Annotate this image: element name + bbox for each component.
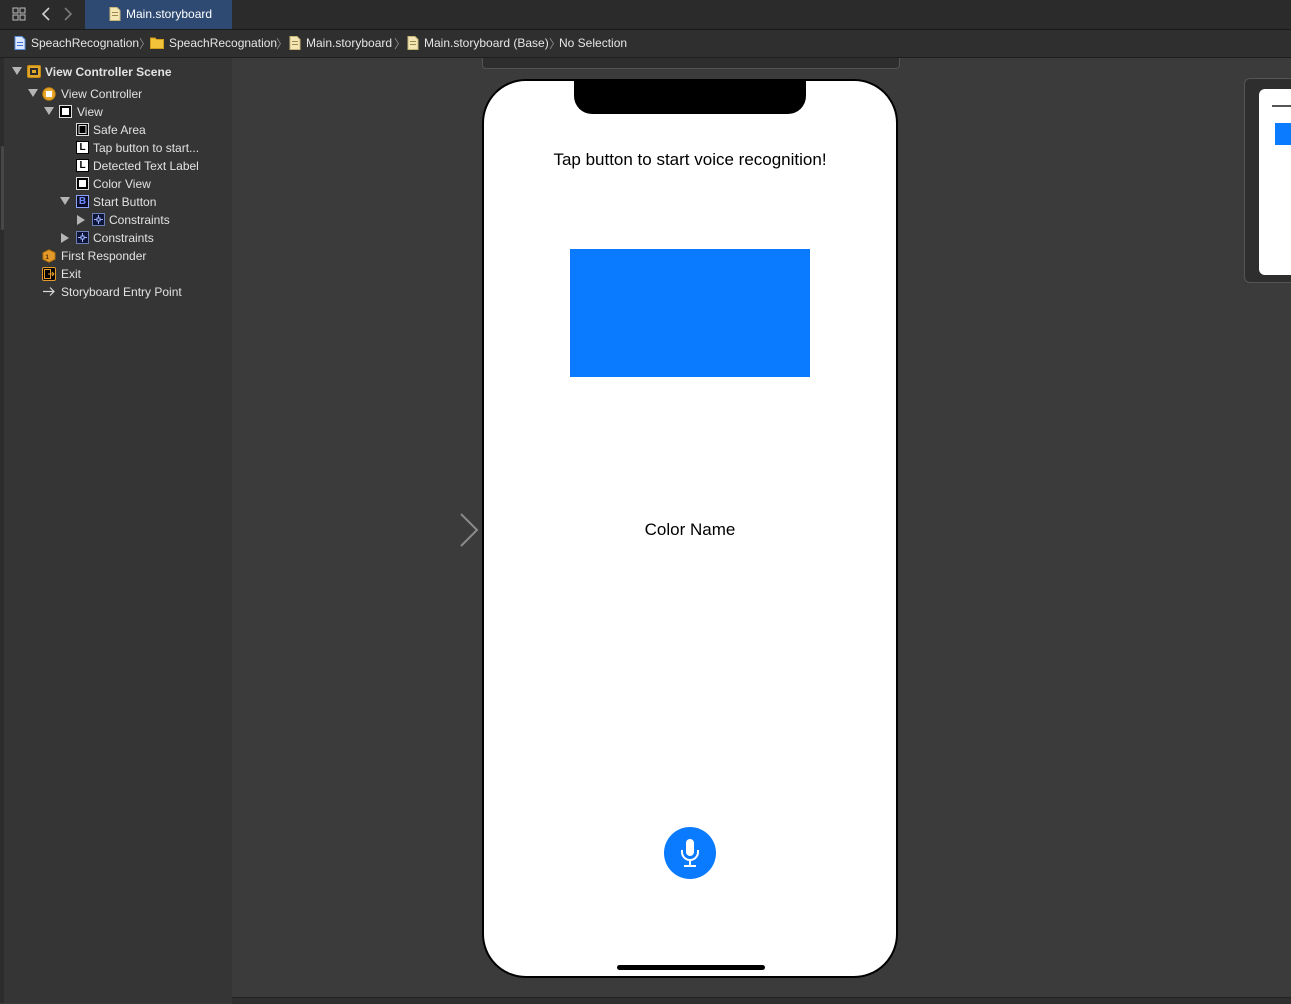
outline-item-label: View Controller Scene — [45, 65, 172, 79]
color-view[interactable] — [570, 249, 810, 377]
outline-item-start-button[interactable]: B Start Button — [60, 194, 222, 211]
folder-icon — [150, 37, 164, 49]
outline-item-label: Tap button to start... — [93, 141, 200, 155]
first-responder-icon: 1 — [42, 249, 56, 263]
disclosure-closed-icon[interactable] — [77, 215, 85, 225]
disclosure-closed-icon[interactable] — [61, 233, 69, 243]
home-indicator — [617, 965, 765, 970]
mini-color-view — [1275, 123, 1291, 145]
outline-item-label: Constraints — [109, 213, 170, 227]
outline-item-label: Exit — [61, 267, 82, 281]
scene-dock[interactable] — [482, 58, 900, 69]
disclosure-open-icon[interactable] — [28, 89, 38, 97]
outline-item-first-responder[interactable]: 1 First Responder — [42, 248, 222, 265]
scrollbar-thumb[interactable] — [1, 146, 4, 230]
storyboard-file-icon — [109, 7, 121, 21]
tab-label: Main.storyboard — [126, 7, 213, 21]
chevron-right-icon[interactable] — [60, 4, 76, 24]
view-icon — [59, 105, 72, 118]
project-file-icon — [14, 36, 26, 50]
outline-item-label: View Controller — [61, 87, 143, 101]
iphone-scene-frame[interactable]: Tap button to start voice recognition! C… — [482, 79, 898, 978]
svg-text:1: 1 — [45, 254, 49, 261]
outline-item-view[interactable]: View — [44, 104, 222, 121]
breadcrumb-label: Main.storyboard — [306, 36, 393, 50]
detected-text-label[interactable]: Color Name — [484, 520, 896, 540]
entry-point-arrow-icon[interactable] — [380, 510, 480, 550]
breadcrumb-separator: 〉 — [394, 37, 407, 51]
outline-item-view-controller[interactable]: View Controller — [28, 86, 222, 103]
entry-arrow-icon — [43, 287, 55, 296]
label-icon: L — [76, 141, 89, 154]
breadcrumb-label: SpeachRecognation — [169, 36, 278, 50]
outline-item-button-constraints[interactable]: Constraints — [77, 212, 222, 229]
outline-item-color-view[interactable]: Color View — [76, 176, 222, 193]
outline-item-prompt-label[interactable]: L Tap button to start... — [76, 140, 222, 157]
storyboard-canvas[interactable]: Tap button to start voice recognition! C… — [232, 58, 1291, 1003]
outline-item-label: Constraints — [93, 231, 154, 245]
outline-item-label: Detected Text Label — [93, 159, 199, 173]
breadcrumb: SpeachRecognation 〉 SpeachRecognation 〉 … — [0, 30, 1291, 58]
breadcrumb-label: SpeachRecognation — [31, 36, 140, 50]
start-button[interactable] — [664, 827, 716, 879]
tab-bar: Main.storyboard — [0, 0, 1291, 30]
scene-dock-icons[interactable] — [647, 58, 737, 60]
grid-icon[interactable] — [12, 7, 26, 21]
document-outline: View Controller Scene View Controller Vi… — [0, 58, 232, 1003]
storyboard-file-icon — [289, 36, 301, 50]
constraints-icon — [76, 231, 89, 244]
outline-item-label: Storyboard Entry Point — [61, 285, 182, 299]
breadcrumb-separator: 〉 — [276, 37, 289, 51]
storyboard-file-icon — [407, 36, 419, 50]
outline-scrollbar[interactable] — [0, 58, 4, 1003]
exit-icon — [42, 267, 56, 281]
device-notch — [574, 81, 806, 114]
outline-item-detected-text-label[interactable]: L Detected Text Label — [76, 158, 222, 175]
outline-item-entry-point[interactable]: Storyboard Entry Point — [42, 284, 222, 301]
outline-item-safe-area[interactable]: Safe Area — [76, 122, 222, 139]
scene-icon — [27, 65, 41, 78]
outline-item-view-controller-scene[interactable]: View Controller Scene — [12, 64, 222, 81]
second-scene-preview[interactable] — [1244, 78, 1291, 283]
outline-item-exit[interactable]: Exit — [42, 266, 222, 283]
outline-item-label: View — [77, 105, 103, 119]
outline-item-label: Safe Area — [93, 123, 146, 137]
disclosure-open-icon[interactable] — [44, 107, 54, 115]
mini-label — [1272, 105, 1291, 107]
mini-phone-frame — [1259, 89, 1291, 275]
outline-item-label: Start Button — [93, 195, 157, 209]
breadcrumb-label: No Selection — [559, 36, 628, 50]
outline-item-label: First Responder — [61, 249, 147, 263]
disclosure-open-icon[interactable] — [12, 67, 22, 75]
safe-area-icon — [76, 123, 89, 136]
microphone-icon — [681, 839, 699, 867]
constraints-icon — [92, 213, 105, 226]
outline-item-view-constraints[interactable]: Constraints — [61, 230, 222, 247]
label-icon: L — [76, 159, 89, 172]
breadcrumb-label: Main.storyboard (Base) — [424, 36, 549, 50]
view-icon — [76, 177, 89, 190]
chevron-left-icon[interactable] — [38, 4, 54, 24]
prompt-label[interactable]: Tap button to start voice recognition! — [484, 150, 896, 170]
button-icon: B — [76, 195, 89, 208]
disclosure-open-icon[interactable] — [60, 197, 70, 205]
tab-main-storyboard[interactable]: Main.storyboard — [85, 0, 232, 29]
outline-item-label: Color View — [93, 177, 151, 191]
view-controller-icon — [42, 87, 56, 101]
